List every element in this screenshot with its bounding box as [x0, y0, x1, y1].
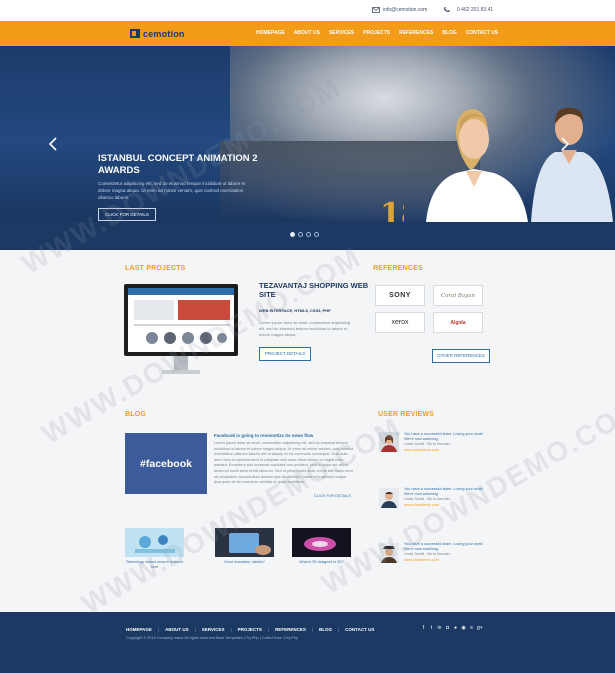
monitor-image [124, 284, 238, 374]
blog-read-more-link[interactable]: CLICK FOR DETAILS [314, 494, 351, 498]
review-1-link[interactable]: www.cloerdemo.com [404, 448, 492, 453]
nav-item-blog[interactable]: BLOG [442, 30, 456, 36]
reference-logo-algida[interactable]: Algida [433, 312, 483, 333]
footer-nav-projects[interactable]: PROJECTS [238, 627, 262, 632]
footer-nav-blog[interactable]: BLOG [319, 627, 332, 632]
footer-nav-about[interactable]: ABOUT US [165, 627, 189, 632]
last-projects-heading: LAST PROJECTS [125, 265, 186, 272]
review-avatar-3 [379, 543, 399, 563]
nav-item-services[interactable]: SERVICES [329, 30, 354, 36]
instagram-icon[interactable]: ◘ [445, 626, 450, 631]
reference-logo-xerox[interactable]: xerox [375, 312, 425, 333]
slider-dot-1[interactable] [290, 232, 295, 237]
other-references-button[interactable]: OTHER REFERENCES [432, 349, 490, 363]
copyright-text: Copyright © 2014 Company name All rights… [126, 636, 298, 640]
skype-icon[interactable]: s [469, 626, 474, 631]
footer-nav-contact[interactable]: CONTACT US [345, 627, 374, 632]
page: info@cemotion.com 0 462 201 83 41 cemoti… [0, 0, 615, 673]
flickr-icon[interactable]: ● [453, 626, 458, 631]
footer [0, 612, 615, 673]
slider-dot-4[interactable] [314, 232, 319, 237]
blog-thumb-1-caption[interactable]: Technology related news in features here [125, 560, 184, 570]
slider-dots [290, 232, 319, 237]
user-reviews-heading: USER REVIEWS [378, 411, 435, 418]
man-image [531, 107, 613, 222]
references-heading: REFERENCES [373, 265, 423, 272]
svg-text:18: 18 [380, 197, 404, 222]
logo-text: cemotion [143, 28, 185, 39]
review-3-text: You have a successful team. Loving your … [404, 542, 484, 552]
slider-dot-2[interactable] [298, 232, 303, 237]
footer-nav-services[interactable]: SERVICES [202, 627, 225, 632]
logo-mark-icon [130, 29, 140, 38]
main-navbar: cemotion HOMEPAGE ABOUT US SERVICES PROJ… [0, 21, 615, 46]
hero-title: ISTANBUL CONCEPT ANIMATION 2 AWARDS [98, 153, 258, 176]
blog-feature-image[interactable]: #facebook [125, 433, 207, 494]
hero-details-button[interactable]: CLICK FOR DETAILS [98, 208, 156, 221]
chevron-right-icon[interactable] [560, 137, 570, 151]
footer-nav: HOMEPAGE | ABOUT US | SERVICES | PROJECTS | … [126, 627, 374, 632]
slider-dot-3[interactable] [306, 232, 311, 237]
blog-thumb-1[interactable] [125, 528, 184, 557]
reference-logo-sony[interactable]: SONY [375, 285, 425, 306]
review-2: You have a successful team. Loving your … [404, 487, 492, 508]
main-nav: HOMEPAGE ABOUT US SERVICES PROJECTS REFE… [256, 30, 498, 36]
review-avatar-2 [379, 488, 399, 508]
phone-icon [444, 7, 450, 12]
nav-item-projects[interactable]: PROJECTS [363, 30, 390, 36]
footer-nav-separator: | [267, 627, 270, 632]
facebook-icon[interactable]: f [421, 626, 426, 631]
footer-nav-references[interactable]: REFERENCES [275, 627, 306, 632]
reference-logo-coral[interactable]: Coral Bayan [433, 285, 483, 306]
phone-text: 0 462 201 83 41 [457, 7, 494, 13]
review-1-text: You have a successful team. Loving your … [404, 432, 484, 442]
footer-nav-separator: | [230, 627, 232, 632]
twitter-icon[interactable]: t [429, 626, 434, 631]
blog-thumb-3[interactable] [292, 528, 351, 557]
hero-text: Consectetur adipisicing elit, sed do eiu… [98, 181, 246, 200]
linkedin-icon[interactable]: in [437, 626, 442, 631]
blog-thumb-2-caption[interactable]: Good innovation, tablets? [215, 560, 274, 565]
review-avatar-1 [379, 432, 399, 452]
woman-image [426, 109, 528, 222]
phone-contact[interactable]: 0 462 201 83 41 [443, 7, 493, 13]
googleplus-icon[interactable]: g+ [477, 626, 483, 631]
contact-bar: info@cemotion.com 0 462 201 83 41 [0, 0, 615, 21]
hero-slider: 18 ISTANBUL CONCEPT ANIMATION 2 AWARDS C… [0, 46, 615, 222]
trophy-image: 18 [380, 197, 404, 222]
footer-nav-separator: | [311, 627, 313, 632]
nav-item-contact[interactable]: CONTACT US [466, 30, 498, 36]
footer-nav-separator: | [194, 627, 196, 632]
project-subtitle: WEB INTERFACE, HTML5, CSS3, PHP [259, 308, 331, 313]
blog-heading: BLOG [125, 411, 147, 418]
review-3-link[interactable]: www.cloerdemo.com [404, 558, 492, 563]
email-contact[interactable]: info@cemotion.com [372, 7, 427, 13]
social-links: f t in ◘ ● ◉ s g+ [421, 626, 483, 631]
blog-thumb-2[interactable] [215, 528, 274, 557]
project-title: TEZAVANTAJ SHOPPING WEB SITE [259, 281, 369, 299]
blog-post-excerpt: Lorem ipsum dolor sit amet, consectetur … [214, 441, 354, 485]
project-details-button[interactable]: PROJECT DETAILS [259, 347, 311, 361]
mail-icon [372, 7, 380, 13]
review-2-link[interactable]: www.cloerdemo.com [404, 503, 492, 508]
footer-nav-separator: | [338, 627, 340, 632]
project-description: Lorem ipsum dolor sit amet, consectetur … [259, 320, 350, 337]
review-1: You have a successful team. Loving your … [404, 432, 492, 453]
footer-nav-homepage[interactable]: HOMEPAGE [126, 627, 152, 632]
review-3: You have a successful team. Loving your … [404, 542, 492, 563]
blog-thumb-3-caption[interactable]: What is 3D designed to 3D? [292, 560, 351, 565]
blog-post-title[interactable]: Facebook is going to remonetize its news… [214, 433, 354, 438]
review-2-text: You have a successful team. Loving your … [404, 487, 484, 497]
footer-nav-separator: | [157, 627, 160, 632]
chevron-left-icon[interactable] [48, 137, 58, 151]
nav-item-references[interactable]: REFERENCES [399, 30, 433, 36]
rss-icon[interactable]: ◉ [461, 626, 466, 631]
email-text: info@cemotion.com [383, 7, 428, 13]
nav-item-homepage[interactable]: HOMEPAGE [256, 30, 285, 36]
logo[interactable]: cemotion [130, 27, 185, 40]
nav-item-about[interactable]: ABOUT US [294, 30, 320, 36]
